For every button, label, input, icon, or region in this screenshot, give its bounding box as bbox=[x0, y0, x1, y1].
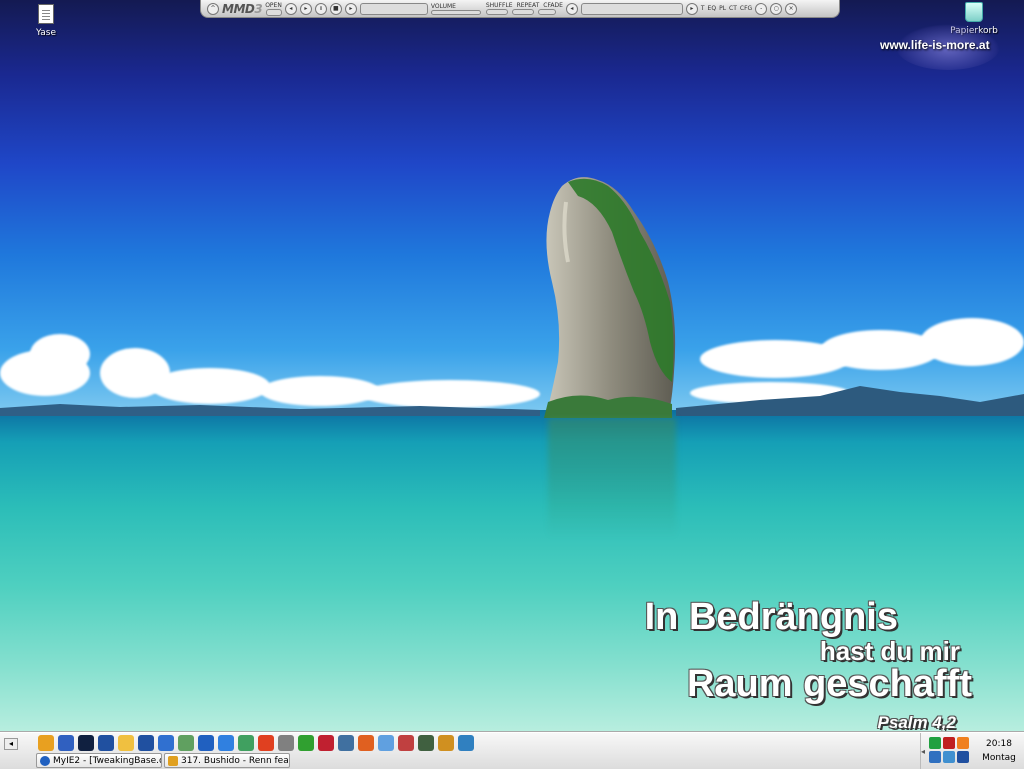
disk-icon[interactable] bbox=[278, 735, 294, 751]
stop-button[interactable]: ■ bbox=[329, 2, 342, 15]
volume-group: VOLUME bbox=[430, 2, 483, 15]
task-button-myie2[interactable]: MyIE2 - [TweakingBase.c... bbox=[36, 753, 162, 768]
eject-button[interactable]: ◂ bbox=[565, 2, 578, 15]
rock-reflection bbox=[548, 418, 676, 538]
folder-icon[interactable] bbox=[118, 735, 134, 751]
verse-line-3: Raum geschafft bbox=[686, 663, 972, 705]
player-tab-t[interactable]: T bbox=[701, 5, 705, 12]
playmode-group: SHUFFLE REPEAT CFADE bbox=[485, 2, 563, 15]
accessibility-icon[interactable] bbox=[38, 735, 54, 751]
media-player-icon bbox=[168, 755, 178, 766]
volume-slider[interactable] bbox=[430, 9, 481, 15]
text-icon[interactable] bbox=[378, 735, 394, 751]
shuffle-label: SHUFFLE bbox=[485, 2, 513, 9]
clock-time: 20:18 bbox=[986, 739, 1012, 749]
verse-line-1: In Bedrängnis bbox=[644, 596, 898, 638]
browser-m-icon bbox=[40, 755, 50, 766]
game-icon[interactable] bbox=[318, 735, 334, 751]
player-menu-button[interactable]: ^ bbox=[207, 2, 219, 15]
open-group: OPEN bbox=[265, 2, 282, 16]
recycle-bin-icon bbox=[965, 2, 983, 22]
limestone-rock-island bbox=[544, 177, 676, 418]
antivirus-icon[interactable] bbox=[943, 737, 955, 749]
shield-icon[interactable] bbox=[929, 737, 941, 749]
play-button[interactable]: ▸ bbox=[299, 2, 312, 15]
watermark-text: www.life-is-more.at bbox=[880, 38, 990, 52]
seek-bar[interactable] bbox=[580, 2, 683, 15]
repeat-toggle[interactable] bbox=[511, 9, 534, 15]
network-icon[interactable] bbox=[158, 735, 174, 751]
player-tab-eq[interactable]: EQ bbox=[708, 5, 717, 12]
ftp-icon[interactable] bbox=[138, 735, 154, 751]
task-label: MyIE2 - [TweakingBase.c... bbox=[53, 755, 162, 766]
forward-button[interactable]: ▸ bbox=[685, 2, 698, 15]
system-tray: ◂ 20:18 Montag bbox=[920, 733, 1024, 769]
track-display[interactable] bbox=[359, 2, 428, 15]
tray-icons bbox=[929, 737, 969, 763]
task-label: 317. Bushido - Renn feat... bbox=[181, 755, 290, 766]
shade-button[interactable]: ○ bbox=[770, 2, 783, 15]
word-icon[interactable] bbox=[957, 751, 969, 763]
mail-icon[interactable] bbox=[258, 735, 274, 751]
terminal-icon[interactable] bbox=[78, 735, 94, 751]
task-list: MyIE2 - [TweakingBase.c... 317. Bushido … bbox=[36, 753, 290, 768]
distant-mountains bbox=[0, 386, 1024, 416]
browser-m-icon[interactable] bbox=[198, 735, 214, 751]
media-player-bar: ^ MMD3 OPEN ◂ ▸ ॥ ■ ▸ VOLUME SHUFFLE REP… bbox=[200, 0, 840, 18]
pause-button[interactable]: ॥ bbox=[314, 2, 327, 15]
chat-icon[interactable] bbox=[238, 735, 254, 751]
document-icon bbox=[38, 4, 54, 24]
quick-launch-bar bbox=[38, 735, 474, 751]
task-button-media[interactable]: 317. Bushido - Renn feat... bbox=[164, 753, 290, 768]
window-icon[interactable] bbox=[58, 735, 74, 751]
minimize-button[interactable]: - bbox=[755, 2, 768, 15]
image-icon[interactable] bbox=[418, 735, 434, 751]
pencil-icon[interactable] bbox=[438, 735, 454, 751]
alert-icon[interactable] bbox=[957, 737, 969, 749]
open-label: OPEN bbox=[265, 1, 282, 9]
taskbar: ◂ MyIE2 - [TweakingBase.c... 317. Bushid… bbox=[0, 732, 1024, 769]
desktop-icon-label: Yase bbox=[36, 28, 56, 38]
puzzle-icon[interactable] bbox=[298, 735, 314, 751]
network-tray-icon[interactable] bbox=[943, 751, 955, 763]
cloud bbox=[920, 318, 1024, 366]
repeat-label: REPEAT bbox=[516, 2, 540, 9]
verse-line-2: hast du mir bbox=[819, 636, 960, 666]
wallpaper-verse: In Bedrängnis hast du mir Raum geschafft… bbox=[612, 596, 972, 736]
next-button[interactable]: ▸ bbox=[344, 2, 357, 15]
cfade-label: CFADE bbox=[543, 2, 563, 9]
firefox-icon[interactable] bbox=[358, 735, 374, 751]
messenger-icon[interactable] bbox=[929, 751, 941, 763]
internet-explorer-icon[interactable] bbox=[218, 735, 234, 751]
player-logo: MMD3 bbox=[222, 1, 263, 16]
link-icon[interactable] bbox=[338, 735, 354, 751]
player-tab-ct[interactable]: CT bbox=[729, 5, 737, 12]
desktop-icon-yase[interactable]: Yase bbox=[16, 4, 76, 38]
volume-label: VOLUME bbox=[430, 2, 456, 10]
cfade-toggle[interactable] bbox=[537, 9, 556, 15]
desktop-icon[interactable] bbox=[98, 735, 114, 751]
clock-day: Montag bbox=[982, 753, 1016, 763]
close-button[interactable]: × bbox=[785, 2, 798, 15]
music-icon[interactable] bbox=[178, 735, 194, 751]
tray-expand-icon[interactable]: ◂ bbox=[921, 747, 925, 756]
clock[interactable]: 20:18 Montag bbox=[977, 737, 1021, 765]
prev-button[interactable]: ◂ bbox=[284, 2, 297, 15]
shuffle-toggle[interactable] bbox=[485, 9, 508, 15]
player-tab-pl[interactable]: PL bbox=[719, 5, 726, 12]
cloud bbox=[30, 334, 90, 374]
tools-icon[interactable] bbox=[398, 735, 414, 751]
open-button[interactable] bbox=[265, 8, 282, 16]
player-tab-cfg[interactable]: CFG bbox=[740, 5, 752, 12]
people-icon[interactable] bbox=[458, 735, 474, 751]
taskbar-scroll-left-button[interactable]: ◂ bbox=[4, 738, 18, 750]
